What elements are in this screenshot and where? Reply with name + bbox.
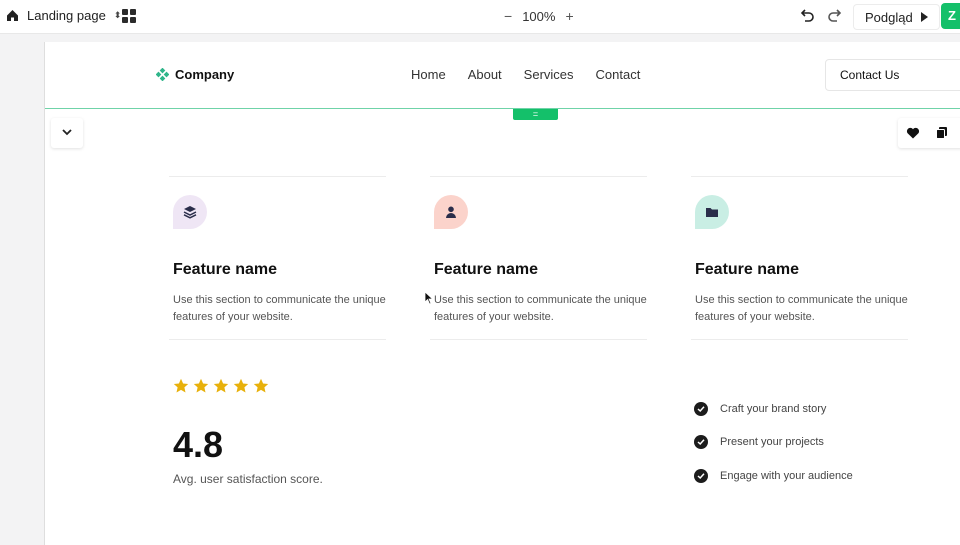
- feature-description: Use this section to communicate the uniq…: [695, 294, 908, 323]
- list-item-label: Craft your brand story: [720, 402, 827, 415]
- check-circle-icon: [694, 468, 708, 483]
- duplicate-icon[interactable]: [935, 126, 949, 140]
- nav-about[interactable]: About: [468, 67, 502, 82]
- redo-icon[interactable]: [826, 7, 844, 25]
- zoom-out-button[interactable]: −: [504, 8, 512, 24]
- star-icon: [233, 378, 249, 393]
- star-icon: [173, 378, 189, 393]
- brand-logo[interactable]: Company: [156, 67, 234, 82]
- contact-us-button[interactable]: Contact Us: [825, 59, 960, 91]
- check-circle-icon: [694, 435, 708, 450]
- section-drag-handle[interactable]: =: [513, 109, 558, 120]
- page-canvas: Company Home About Services Contact Cont…: [44, 42, 960, 545]
- star-icon: [213, 378, 229, 393]
- check-circle-icon: [694, 401, 708, 416]
- rating-label: Avg. user satisfaction score.: [173, 472, 323, 486]
- zoom-control: − 100% +: [504, 8, 574, 24]
- list-item: Craft your brand story: [694, 392, 853, 426]
- list-item-label: Engage with your audience: [720, 469, 853, 482]
- feature-title: Feature name: [173, 261, 278, 278]
- rating-score: 4.8: [173, 424, 224, 465]
- feature-title: Feature name: [695, 261, 800, 278]
- mouse-cursor-icon: [424, 291, 434, 305]
- user-icon: [446, 206, 456, 218]
- feature-title: Feature name: [434, 261, 539, 278]
- chevron-down-icon: [62, 129, 72, 136]
- diamond-logo-icon: [156, 68, 169, 81]
- feature-description: Use this section to communicate the uniq…: [173, 294, 386, 323]
- benefits-list: Craft your brand story Present your proj…: [694, 392, 853, 493]
- list-item: Present your projects: [694, 426, 853, 460]
- star-rating: [173, 378, 269, 394]
- feature-card: Feature name Use this section to communi…: [169, 176, 386, 340]
- section-tools: [898, 118, 960, 148]
- publish-button[interactable]: Z: [941, 3, 960, 29]
- list-item: Engage with your audience: [694, 459, 853, 493]
- nav-services[interactable]: Services: [524, 67, 574, 82]
- feature-description: Use this section to communicate the uniq…: [434, 294, 647, 323]
- main-nav: Home About Services Contact: [411, 67, 640, 82]
- list-item-label: Present your projects: [720, 436, 824, 449]
- brand-name: Company: [175, 67, 235, 82]
- nav-home[interactable]: Home: [411, 67, 446, 82]
- page-name: Landing page: [27, 8, 106, 23]
- feature-card: Feature name Use this section to communi…: [691, 176, 908, 340]
- play-icon: [920, 12, 928, 22]
- nav-contact[interactable]: Contact: [596, 67, 641, 82]
- folder-icon: [706, 208, 718, 217]
- site-header: Company Home About Services Contact Cont…: [45, 42, 960, 109]
- pages-grid-icon[interactable]: [122, 9, 136, 23]
- heart-icon[interactable]: [906, 126, 920, 140]
- feature-card: Feature name Use this section to communi…: [430, 176, 647, 340]
- feature-icon-badge: [434, 195, 468, 229]
- editor-toolbar: Landing page ⬍ − 100% + Podgląd Z: [0, 0, 960, 34]
- layers-icon: [183, 206, 197, 219]
- zoom-level: 100%: [522, 8, 556, 24]
- home-icon: [7, 10, 18, 21]
- feature-icon-badge: [695, 195, 729, 229]
- page-selector[interactable]: Landing page ⬍: [6, 8, 121, 23]
- sort-caret-icon: ⬍: [113, 10, 122, 20]
- star-icon: [193, 378, 209, 393]
- feature-icon-badge: [173, 195, 207, 229]
- star-icon: [253, 378, 269, 393]
- preview-label: Podgląd: [865, 9, 913, 25]
- collapse-section-button[interactable]: [51, 118, 83, 148]
- preview-button[interactable]: Podgląd: [853, 4, 940, 30]
- zoom-in-button[interactable]: +: [565, 8, 573, 24]
- undo-icon[interactable]: [798, 7, 816, 25]
